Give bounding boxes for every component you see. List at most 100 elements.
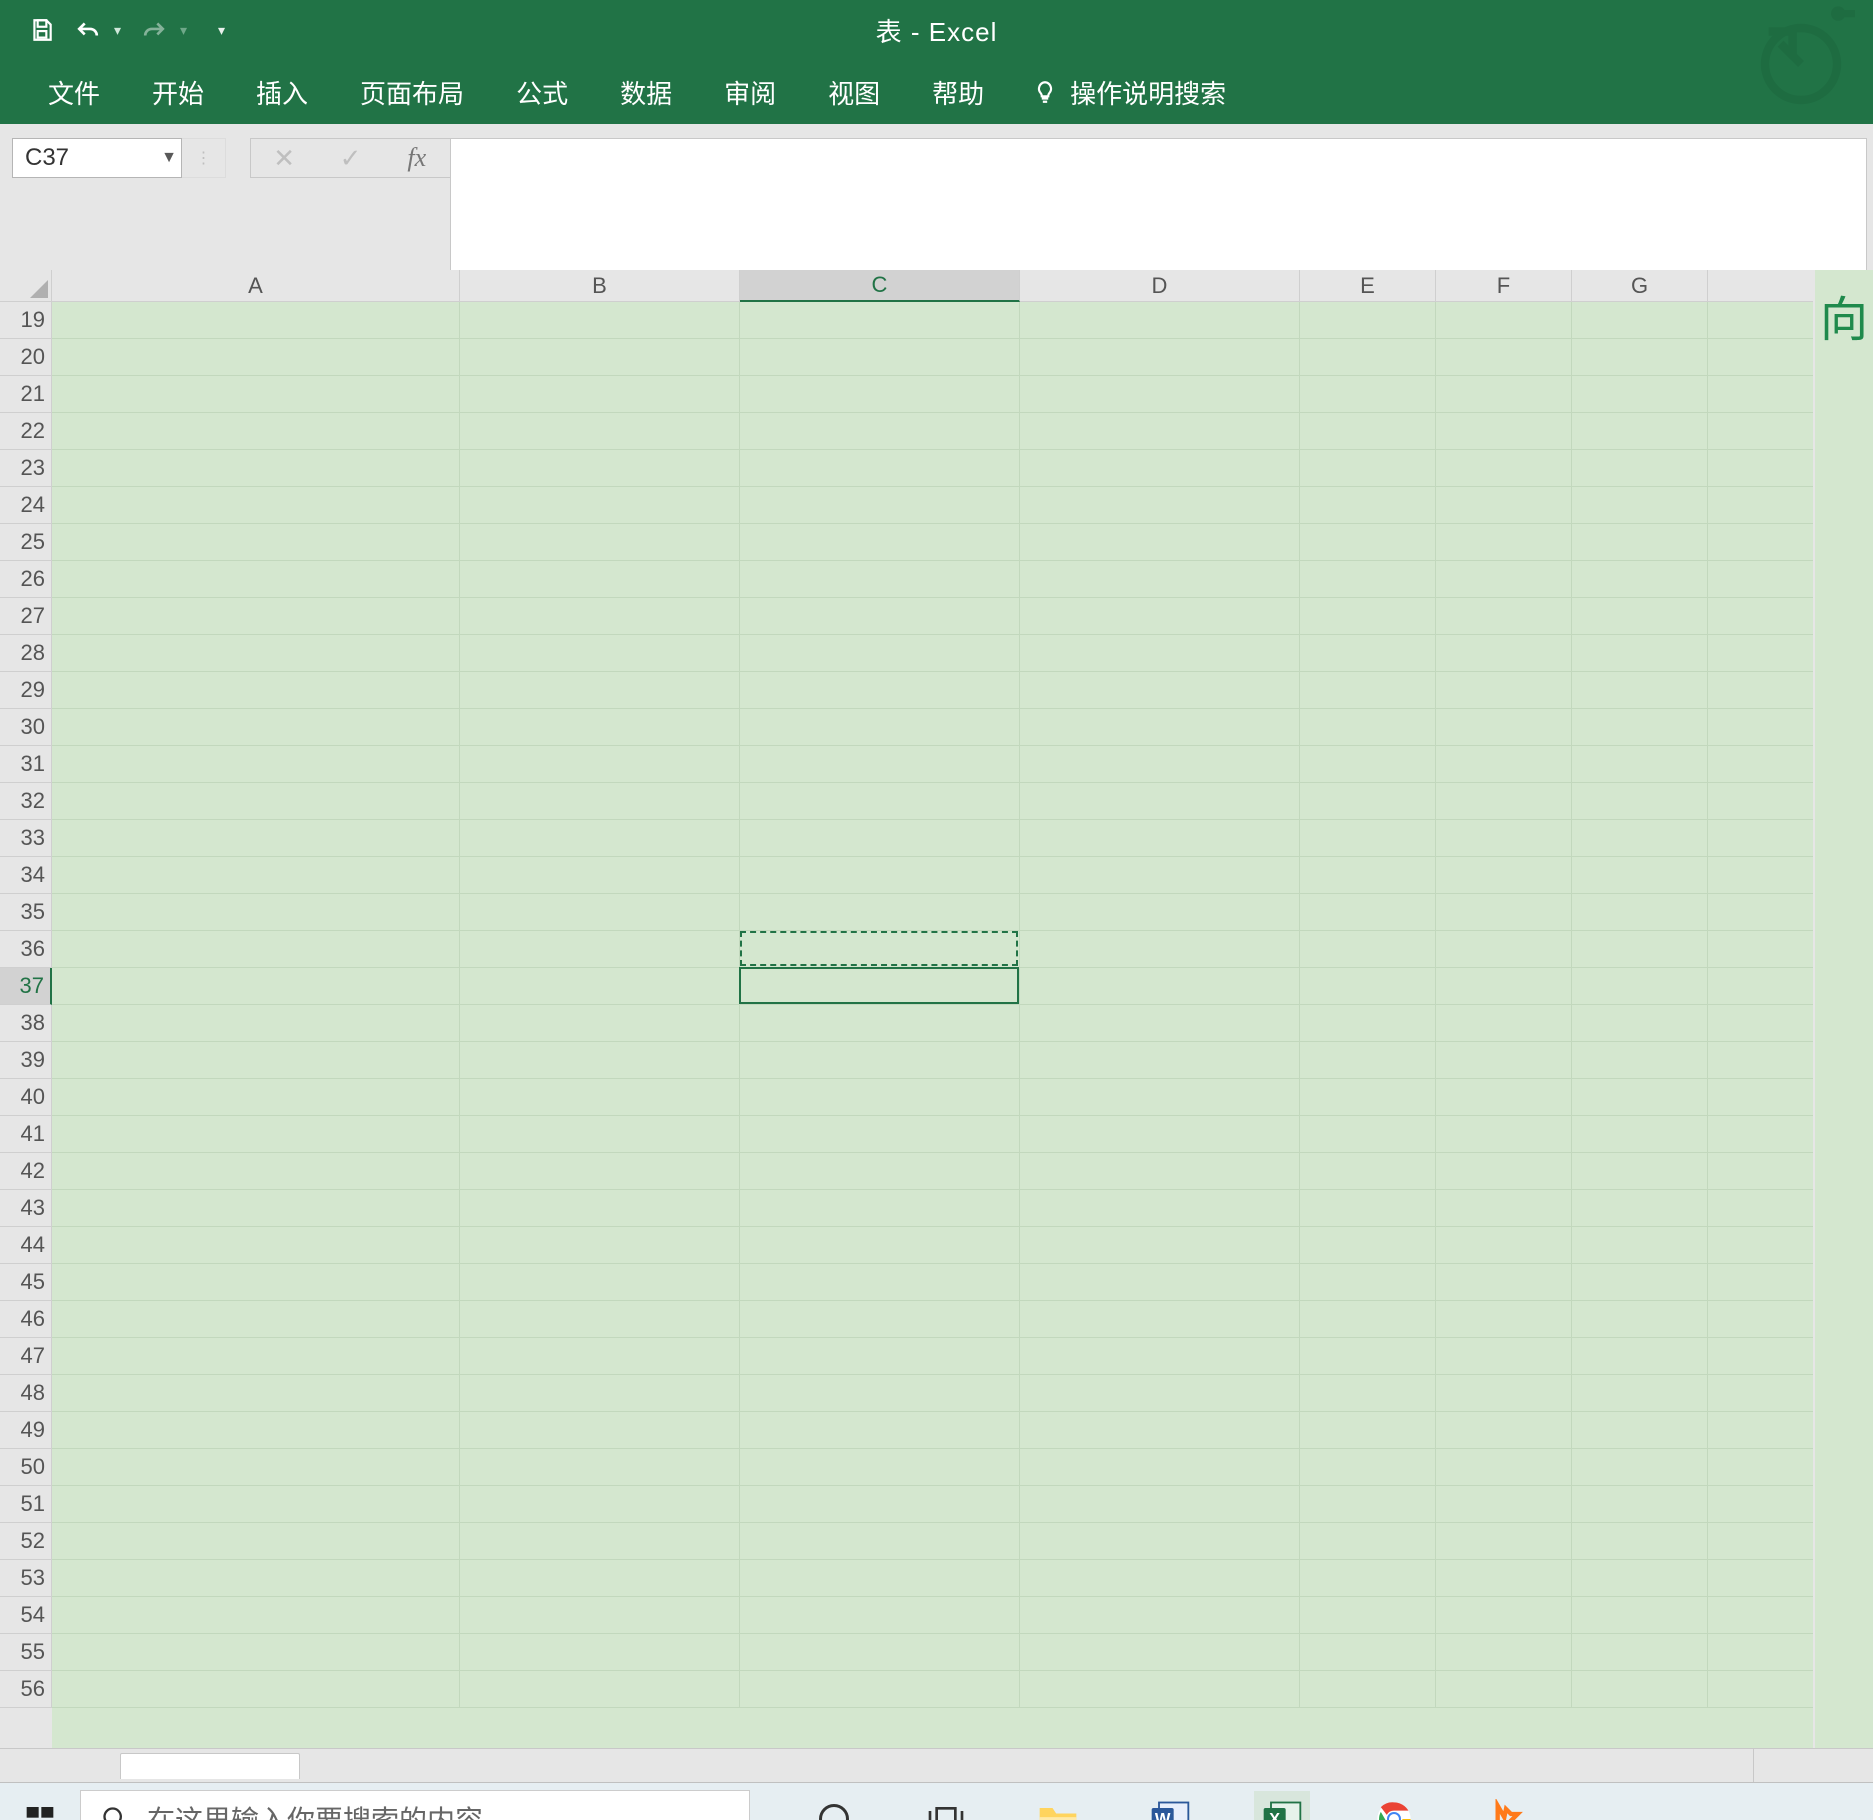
- cell[interactable]: [460, 561, 740, 598]
- cell[interactable]: [1572, 746, 1708, 783]
- row-header[interactable]: 34: [0, 857, 52, 894]
- row-header[interactable]: 22: [0, 413, 52, 450]
- cell[interactable]: [740, 635, 1020, 672]
- cell[interactable]: [1708, 376, 1826, 413]
- cell[interactable]: [1436, 413, 1572, 450]
- word-icon[interactable]: W: [1142, 1791, 1198, 1820]
- cell[interactable]: [1300, 857, 1436, 894]
- cell[interactable]: [1020, 820, 1300, 857]
- cell[interactable]: [1572, 1190, 1708, 1227]
- cell[interactable]: [1436, 1560, 1572, 1597]
- cell[interactable]: [1436, 561, 1572, 598]
- cell[interactable]: [1708, 1338, 1826, 1375]
- tab-help[interactable]: 帮助: [906, 60, 1010, 124]
- cell[interactable]: [52, 672, 460, 709]
- cell[interactable]: [1572, 709, 1708, 746]
- cell[interactable]: [460, 1560, 740, 1597]
- cancel-icon[interactable]: ✕: [261, 143, 307, 174]
- cell[interactable]: [1020, 524, 1300, 561]
- cell[interactable]: [52, 1227, 460, 1264]
- cell[interactable]: [1300, 1338, 1436, 1375]
- cell[interactable]: [460, 1190, 740, 1227]
- cell[interactable]: [1708, 598, 1826, 635]
- cell[interactable]: [1708, 709, 1826, 746]
- cell[interactable]: [740, 1449, 1020, 1486]
- cell[interactable]: [1436, 709, 1572, 746]
- cell[interactable]: [1708, 1597, 1826, 1634]
- cell[interactable]: [1708, 968, 1826, 1005]
- row-header[interactable]: 56: [0, 1671, 52, 1708]
- cell[interactable]: [1020, 746, 1300, 783]
- cell[interactable]: [1708, 524, 1826, 561]
- cell[interactable]: [52, 1116, 460, 1153]
- cell[interactable]: [1436, 635, 1572, 672]
- cell[interactable]: [1572, 376, 1708, 413]
- cell[interactable]: [1020, 1486, 1300, 1523]
- row-header[interactable]: 24: [0, 487, 52, 524]
- cell[interactable]: [460, 376, 740, 413]
- row-header[interactable]: 31: [0, 746, 52, 783]
- cell[interactable]: [52, 1671, 460, 1708]
- cell[interactable]: [1300, 635, 1436, 672]
- cell[interactable]: [740, 1375, 1020, 1412]
- cell[interactable]: [1572, 561, 1708, 598]
- cell[interactable]: [1020, 1079, 1300, 1116]
- cell[interactable]: [52, 561, 460, 598]
- chrome-icon[interactable]: [1366, 1791, 1422, 1820]
- cell[interactable]: [1708, 1153, 1826, 1190]
- cell[interactable]: [1436, 1597, 1572, 1634]
- cell[interactable]: [1300, 1079, 1436, 1116]
- cell[interactable]: [1020, 302, 1300, 339]
- cell[interactable]: [460, 1301, 740, 1338]
- cell[interactable]: [460, 820, 740, 857]
- cell[interactable]: [52, 746, 460, 783]
- cell[interactable]: [460, 931, 740, 968]
- cell[interactable]: [52, 1486, 460, 1523]
- cell[interactable]: [1572, 1597, 1708, 1634]
- cell[interactable]: [52, 339, 460, 376]
- cell[interactable]: [1020, 561, 1300, 598]
- cell[interactable]: [460, 302, 740, 339]
- cell[interactable]: [1300, 450, 1436, 487]
- cell[interactable]: [52, 450, 460, 487]
- cell[interactable]: [52, 894, 460, 931]
- cell[interactable]: [1300, 1301, 1436, 1338]
- cell[interactable]: [1708, 1005, 1826, 1042]
- cell[interactable]: [460, 635, 740, 672]
- row-header[interactable]: 32: [0, 783, 52, 820]
- cell[interactable]: [740, 968, 1020, 1005]
- row-header[interactable]: 27: [0, 598, 52, 635]
- undo-dropdown-icon[interactable]: ▾: [114, 22, 128, 39]
- cell[interactable]: [740, 1634, 1020, 1671]
- row-header[interactable]: 29: [0, 672, 52, 709]
- row-header[interactable]: 55: [0, 1634, 52, 1671]
- cell[interactable]: [1020, 857, 1300, 894]
- cell[interactable]: [52, 820, 460, 857]
- cell[interactable]: [460, 1338, 740, 1375]
- cell[interactable]: [460, 968, 740, 1005]
- cell[interactable]: [1708, 1116, 1826, 1153]
- cell[interactable]: [740, 1597, 1020, 1634]
- cell[interactable]: [1020, 1523, 1300, 1560]
- cell[interactable]: [1020, 450, 1300, 487]
- cell[interactable]: [1708, 672, 1826, 709]
- cell[interactable]: [740, 450, 1020, 487]
- cell[interactable]: [740, 1301, 1020, 1338]
- cell[interactable]: [1020, 1227, 1300, 1264]
- cell[interactable]: [52, 524, 460, 561]
- cell[interactable]: [1300, 1153, 1436, 1190]
- cell[interactable]: [1708, 1264, 1826, 1301]
- cell[interactable]: [460, 598, 740, 635]
- cell[interactable]: [740, 413, 1020, 450]
- row-header[interactable]: 39: [0, 1042, 52, 1079]
- cell[interactable]: [1708, 561, 1826, 598]
- row-header[interactable]: 41: [0, 1116, 52, 1153]
- row-header[interactable]: 45: [0, 1264, 52, 1301]
- cell[interactable]: [1708, 1523, 1826, 1560]
- cell[interactable]: [1708, 1190, 1826, 1227]
- cell[interactable]: [52, 968, 460, 1005]
- cell[interactable]: [52, 1597, 460, 1634]
- cell[interactable]: [52, 1301, 460, 1338]
- cell[interactable]: [1708, 931, 1826, 968]
- cell[interactable]: [1572, 1153, 1708, 1190]
